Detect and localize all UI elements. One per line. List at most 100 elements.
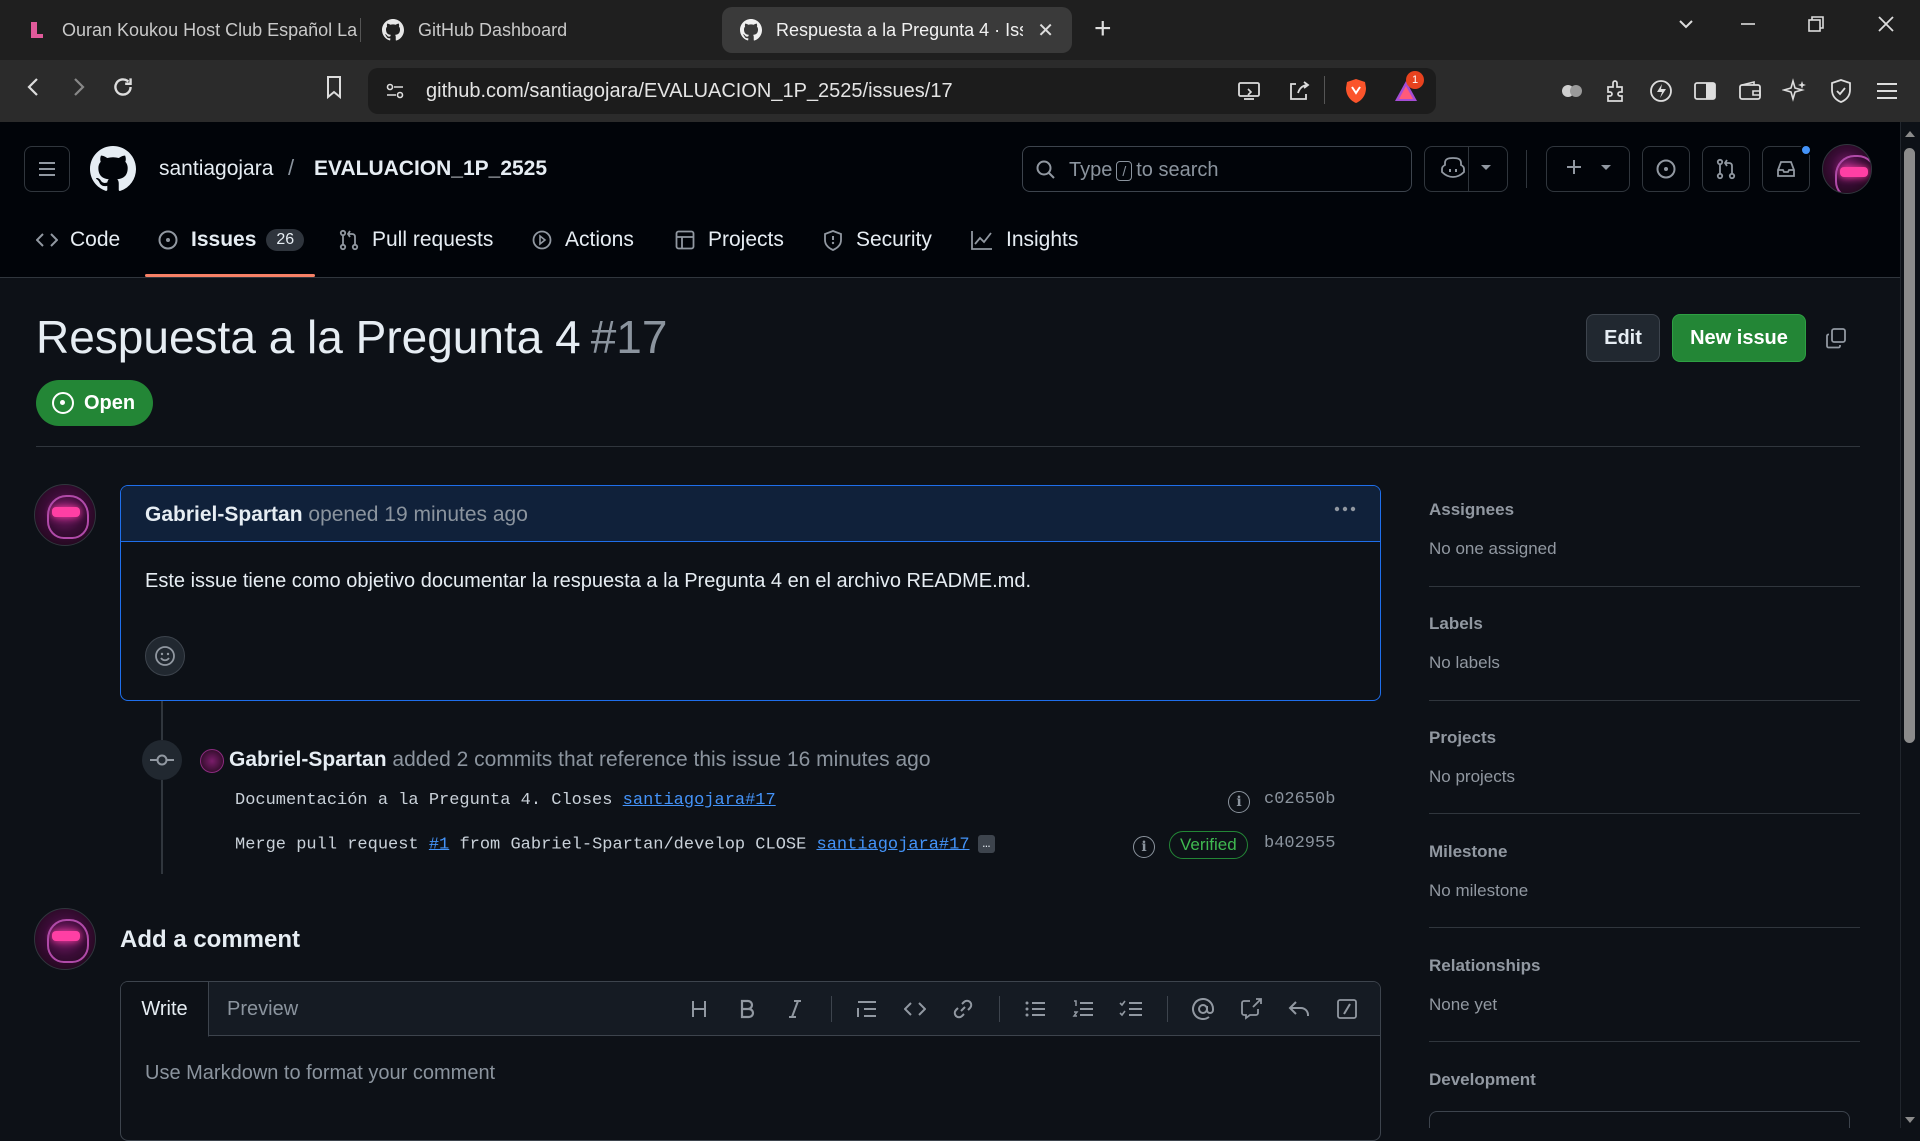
tab-pull-requests[interactable]: Pull requests	[338, 228, 493, 252]
wallet-icon[interactable]	[1737, 78, 1763, 104]
mention-icon[interactable]	[1189, 995, 1217, 1023]
browser-tab[interactable]: Ouran Koukou Host Club Español La	[8, 7, 376, 53]
commit-message[interactable]: Documentación a la Pregunta 4. Closes	[235, 791, 623, 810]
info-icon[interactable]: i	[1228, 791, 1250, 813]
commit-sha[interactable]: b402955	[1264, 834, 1335, 853]
comment-author-link[interactable]: Gabriel-Spartan	[145, 503, 303, 526]
browser-tab[interactable]: GitHub Dashboard	[364, 7, 585, 53]
author-avatar[interactable]	[34, 484, 96, 546]
issues-header-icon[interactable]	[1642, 146, 1690, 192]
new-issue-button[interactable]: New issue	[1672, 314, 1806, 362]
scrollbar-thumb[interactable]	[1904, 148, 1915, 743]
bookmark-icon[interactable]	[322, 74, 346, 107]
task-list-icon[interactable]	[1117, 995, 1145, 1023]
pull-request-link[interactable]: #1	[429, 835, 449, 854]
leo-ai-icon[interactable]	[1781, 78, 1808, 104]
pull-requests-header-icon[interactable]	[1702, 146, 1750, 192]
global-menu-icon[interactable]	[24, 146, 70, 192]
tab-projects[interactable]: Projects	[674, 228, 784, 252]
issue-reference-link[interactable]: santiagojara#17	[817, 835, 970, 854]
tab-actions[interactable]: Actions	[531, 228, 634, 252]
milestone-heading[interactable]: Milestone	[1429, 842, 1507, 862]
new-tab-icon[interactable]: +	[1094, 12, 1112, 46]
sidebar-divider	[1429, 1041, 1860, 1042]
user-avatar[interactable]	[1822, 144, 1872, 194]
current-user-avatar[interactable]	[34, 908, 96, 970]
kebab-menu-icon[interactable]	[1332, 496, 1358, 529]
expand-commit-button[interactable]: …	[977, 835, 996, 853]
speedreader-icon[interactable]	[1648, 78, 1674, 104]
create-dropdown-chevron-icon	[1600, 160, 1612, 178]
info-icon[interactable]: i	[1133, 836, 1155, 858]
comment-textarea[interactable]: Use Markdown to format your comment	[145, 1062, 495, 1085]
projects-heading[interactable]: Projects	[1429, 728, 1496, 748]
assignees-heading[interactable]: Assignees	[1429, 500, 1514, 520]
copilot-dropdown-chevron-icon[interactable]	[1480, 160, 1492, 178]
extensions-puzzle-icon[interactable]	[1559, 78, 1585, 104]
tab-code[interactable]: Code	[36, 228, 120, 252]
menu-hamburger-icon[interactable]	[1874, 78, 1900, 104]
copilot-button[interactable]	[1424, 146, 1508, 192]
tab-write[interactable]: Write	[121, 982, 209, 1037]
repo-name-link[interactable]: EVALUACION_1P_2525	[314, 157, 547, 181]
puzzle-icon[interactable]	[1603, 78, 1629, 104]
vpn-shield-icon[interactable]	[1828, 78, 1854, 104]
search-input[interactable]: Type / to search	[1022, 146, 1412, 192]
development-box[interactable]	[1429, 1111, 1850, 1128]
search-shortcut-key: /	[1116, 161, 1133, 181]
cross-reference-icon[interactable]	[1237, 995, 1265, 1023]
scroll-down-icon[interactable]	[1904, 1112, 1916, 1130]
back-icon[interactable]	[22, 74, 46, 106]
tab-list-chevron-icon[interactable]	[1676, 14, 1696, 40]
add-reaction-smiley-icon[interactable]	[145, 636, 185, 676]
browser-tab-active[interactable]: Respuesta a la Pregunta 4 · Issu ✕	[722, 7, 1072, 53]
verified-badge[interactable]: Verified	[1169, 831, 1248, 859]
close-window-icon[interactable]	[1876, 14, 1896, 40]
tab-insights[interactable]: Insights	[970, 228, 1078, 252]
issue-title-text: Respuesta a la Pregunta 4	[36, 311, 581, 363]
sidebar-icon[interactable]	[1692, 78, 1718, 104]
italic-icon[interactable]	[781, 995, 809, 1023]
active-tab-underline	[145, 274, 315, 277]
address-bar[interactable]: github.com/santiagojara/EVALUACION_1P_25…	[368, 68, 1436, 114]
development-heading[interactable]: Development	[1429, 1070, 1536, 1090]
scroll-up-icon[interactable]	[1904, 126, 1916, 144]
edit-button[interactable]: Edit	[1586, 314, 1660, 362]
link-icon[interactable]	[949, 995, 977, 1023]
cast-icon[interactable]	[1236, 79, 1262, 108]
numbered-list-icon[interactable]	[1069, 995, 1097, 1023]
reload-icon[interactable]	[110, 74, 136, 107]
reply-icon[interactable]	[1285, 995, 1313, 1023]
slash-command-icon[interactable]	[1333, 995, 1361, 1023]
tab-preview[interactable]: Preview	[227, 998, 298, 1021]
event-author-avatar[interactable]	[200, 749, 224, 773]
create-new-button[interactable]	[1546, 146, 1630, 192]
commit-sha[interactable]: c02650b	[1264, 790, 1335, 809]
heading-icon[interactable]	[685, 995, 713, 1023]
bold-icon[interactable]	[733, 995, 761, 1023]
commit-message[interactable]: from Gabriel-Spartan/develop CLOSE	[449, 835, 816, 854]
event-author-link[interactable]: Gabriel-Spartan	[229, 748, 387, 771]
github-logo-icon[interactable]	[90, 146, 137, 197]
issue-reference-link[interactable]: santiagojara#17	[623, 791, 776, 810]
bulleted-list-icon[interactable]	[1021, 995, 1049, 1023]
close-tab-icon[interactable]: ✕	[1037, 18, 1054, 43]
share-icon[interactable]	[1286, 79, 1312, 108]
forward-icon[interactable]	[66, 74, 90, 106]
minimize-icon[interactable]	[1738, 14, 1758, 40]
restore-icon[interactable]	[1806, 14, 1826, 40]
repo-owner-link[interactable]: santiagojara	[159, 157, 273, 181]
site-settings-icon[interactable]	[384, 80, 406, 107]
labels-heading[interactable]: Labels	[1429, 614, 1483, 634]
quote-icon[interactable]	[853, 995, 881, 1023]
commit-message[interactable]: Merge pull request	[235, 835, 429, 854]
comment-author: Gabriel-Spartan opened 19 minutes ago	[145, 503, 528, 527]
github-favicon-icon	[740, 19, 762, 41]
relationships-heading[interactable]: Relationships	[1429, 956, 1540, 976]
code-icon[interactable]	[901, 995, 929, 1023]
shield-icon	[822, 229, 844, 251]
tab-issues[interactable]: Issues 26	[157, 228, 305, 252]
copy-link-icon[interactable]	[1824, 326, 1848, 355]
brave-shields-icon[interactable]	[1343, 77, 1369, 110]
tab-security[interactable]: Security	[822, 228, 932, 252]
